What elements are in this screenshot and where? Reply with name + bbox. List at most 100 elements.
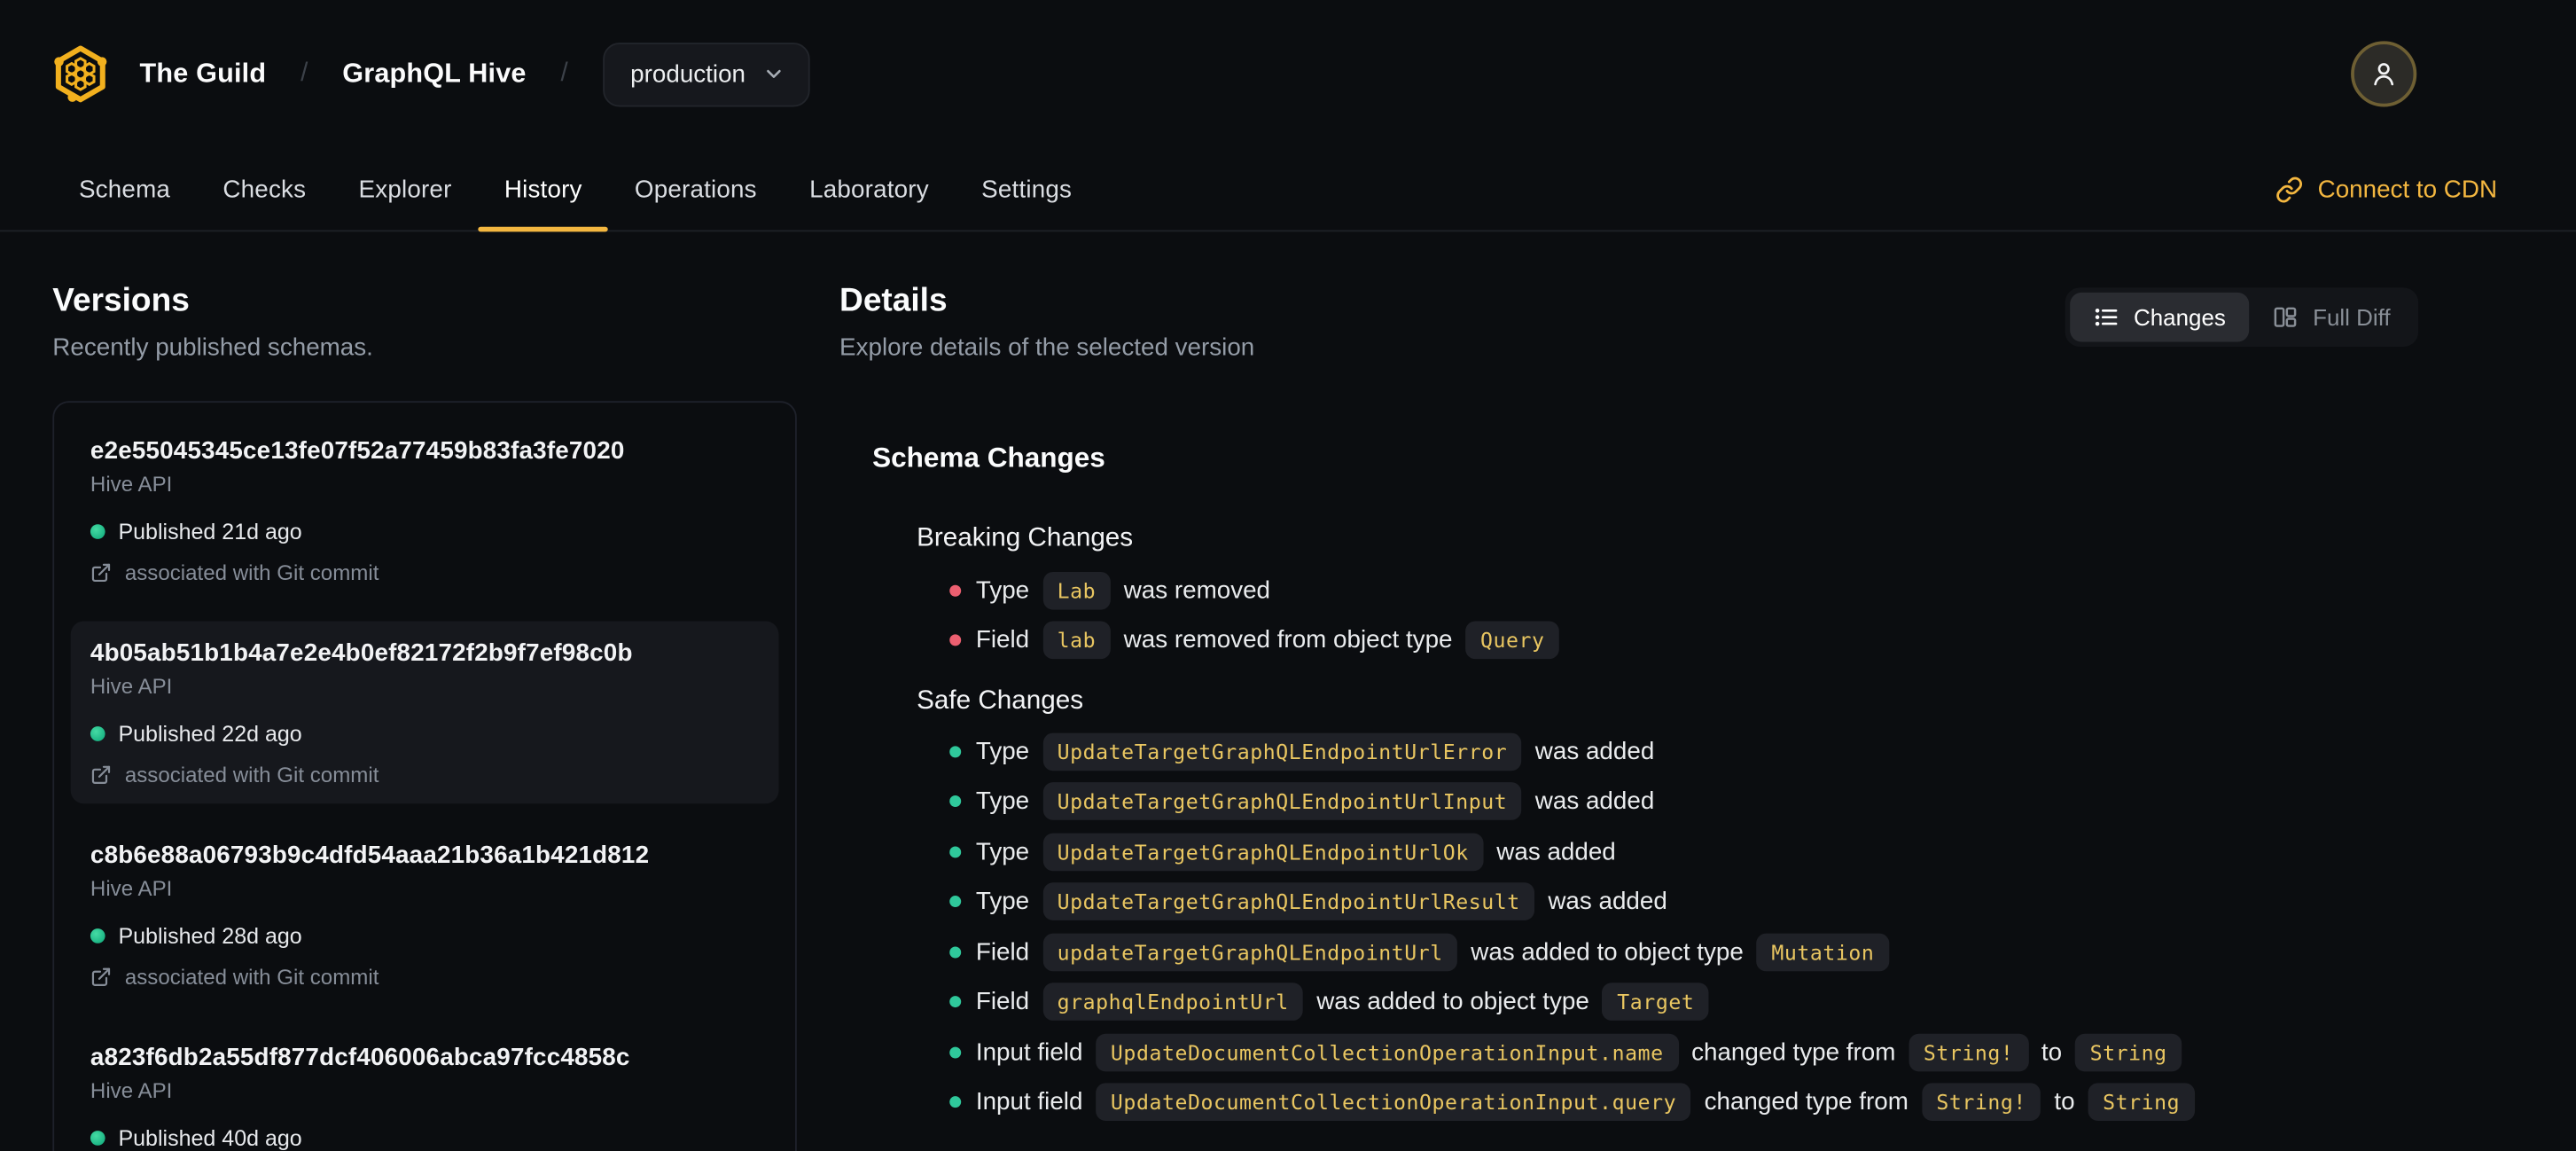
nav-tabs: Schema Checks Explorer History Operation… xyxy=(0,148,2576,232)
change-text: was added to object type xyxy=(1471,937,1744,967)
published-text: Published 40d ago xyxy=(118,1125,302,1151)
change-row-content: Input field UpdateDocumentCollectionOpera… xyxy=(976,1033,2182,1071)
tab-operations[interactable]: Operations xyxy=(608,148,783,231)
version-service: Hive API xyxy=(90,1077,173,1103)
tab-explorer[interactable]: Explorer xyxy=(332,148,478,231)
change-text: to xyxy=(2054,1088,2075,1116)
git-commit-link[interactable]: associated with Git commit xyxy=(90,560,759,585)
safe-bullet-dot xyxy=(949,845,962,857)
version-hash: a823f6db2a55df877dcf406006abca97fcc4858c xyxy=(90,1043,630,1072)
hive-logo-icon xyxy=(54,45,107,103)
change-item: Type UpdateTargetGraphQLEndpointUrlResult… xyxy=(917,877,2449,928)
app-window: The Guild / GraphQL Hive / production Sc… xyxy=(0,0,2576,1151)
change-item: Input field UpdateDocumentCollectionOpera… xyxy=(917,1027,2449,1077)
version-list-item[interactable]: 4b05ab51b1b4a7e2e4b0ef82172f2b9f7ef98c0b… xyxy=(70,621,779,804)
changes-toggle-label: Changes xyxy=(2133,303,2226,331)
version-service: Hive API xyxy=(90,471,173,497)
user-avatar-button[interactable] xyxy=(2351,41,2417,107)
change-item: Field lab was removed from object type Quer… xyxy=(917,615,2449,666)
breadcrumb-separator: / xyxy=(301,59,308,88)
change-item: Type UpdateTargetGraphQLEndpointUrlError w… xyxy=(917,726,2449,777)
version-published-row: Published 21d ago xyxy=(90,520,759,544)
versions-subtitle: Recently published schemas. xyxy=(52,333,373,362)
breadcrumb-project[interactable]: GraphQL Hive xyxy=(342,59,526,90)
change-text: Input field xyxy=(975,1088,1083,1116)
code-badge: graphqlEndpointUrl xyxy=(1042,983,1304,1022)
change-row-content: Type UpdateTargetGraphQLEndpointUrlInput w… xyxy=(975,782,1655,821)
change-row-content: Type Lab was removed xyxy=(975,571,1271,610)
version-published-row: Published 40d ago xyxy=(90,1125,759,1151)
tab-settings[interactable]: Settings xyxy=(956,148,1098,231)
top-header: The Guild / GraphQL Hive / production xyxy=(0,0,2576,148)
changes-toggle-button[interactable]: Changes xyxy=(2069,292,2249,342)
main-content: Versions Recently published schemas. e2e… xyxy=(0,231,2576,1151)
change-item: Type UpdateTargetGraphQLEndpointUrlOk was … xyxy=(917,826,2449,877)
change-text: was removed xyxy=(1123,576,1271,605)
tab-history[interactable]: History xyxy=(478,148,609,232)
code-badge: updateTargetGraphQLEndpointUrl xyxy=(1042,933,1458,971)
code-badge: UpdateDocumentCollectionOperationInput.n… xyxy=(1096,1033,1679,1071)
change-text: Input field xyxy=(975,1037,1083,1067)
safe-bullet-dot xyxy=(949,1096,962,1108)
git-commit-text: associated with Git commit xyxy=(124,964,379,990)
tab-laboratory[interactable]: Laboratory xyxy=(783,148,955,231)
schema-changes-section: Schema Changes Breaking Changes Type Lab w… xyxy=(872,442,2449,1128)
git-commit-link[interactable]: associated with Git commit xyxy=(90,965,759,990)
breadcrumb: The Guild / GraphQL Hive / production xyxy=(140,42,810,106)
safe-bullet-dot xyxy=(949,896,962,908)
target-dropdown[interactable]: production xyxy=(602,42,810,106)
version-list-item[interactable]: a823f6db2a55df877dcf406006abca97fcc4858c… xyxy=(71,1025,779,1151)
breaking-bullet-dot xyxy=(949,634,962,646)
user-icon xyxy=(2374,63,2394,86)
breadcrumb-org[interactable]: The Guild xyxy=(140,59,267,90)
version-service: Hive API xyxy=(90,875,173,901)
code-badge: String xyxy=(2074,1033,2182,1071)
target-dropdown-value: production xyxy=(630,59,746,89)
code-badge: Target xyxy=(1602,983,1710,1022)
change-item: Input field UpdateDocumentCollectionOpera… xyxy=(917,1077,2449,1128)
change-row-content: Field updateTargetGraphQLEndpointUrl was a… xyxy=(976,933,1890,971)
change-text: changed type from xyxy=(1704,1088,1909,1116)
change-text: was added to object type xyxy=(1316,988,1589,1016)
code-badge: String! xyxy=(1921,1083,2041,1122)
connect-to-cdn-label: Connect to CDN xyxy=(2317,175,2498,203)
external-link-icon xyxy=(91,563,111,583)
tab-schema[interactable]: Schema xyxy=(52,148,196,231)
full-diff-toggle-button[interactable]: Full Diff xyxy=(2249,293,2414,342)
code-badge: lab xyxy=(1042,622,1111,660)
change-text: Type xyxy=(975,737,1030,766)
change-text: Type xyxy=(975,576,1030,605)
safe-bullet-dot xyxy=(949,1046,962,1059)
breaking-changes-group: Breaking Changes Type Lab was removed Fiel… xyxy=(917,522,2449,665)
safe-changes-group: Safe Changes Type UpdateTargetGraphQLEndp… xyxy=(917,685,2449,1128)
change-text: Type xyxy=(975,787,1030,816)
version-list: e2e55045345ce13fe07f52a77459b83fa3fe7020… xyxy=(52,401,797,1151)
version-list-item[interactable]: e2e55045345ce13fe07f52a77459b83fa3fe7020… xyxy=(71,419,779,602)
code-badge: String! xyxy=(1909,1033,2029,1071)
change-text: was added xyxy=(1548,888,1667,916)
published-status-dot xyxy=(90,1131,105,1146)
breaking-changes-title: Breaking Changes xyxy=(917,524,1134,552)
change-item: Field graphqlEndpointUrl was added to obje… xyxy=(917,977,2449,1028)
git-commit-text: associated with Git commit xyxy=(124,560,379,585)
change-row-content: Type UpdateTargetGraphQLEndpointUrlOk was … xyxy=(976,833,1616,871)
git-commit-link[interactable]: associated with Git commit xyxy=(90,763,759,787)
change-item: Type Lab was removed xyxy=(917,566,2449,616)
change-text: to xyxy=(2041,1037,2063,1067)
change-text: was added xyxy=(1534,737,1655,766)
versions-panel: Versions Recently published schemas. e2e… xyxy=(52,281,797,1151)
published-status-dot xyxy=(90,726,105,741)
version-service: Hive API xyxy=(90,673,173,699)
code-badge: Mutation xyxy=(1756,933,1890,971)
code-badge: UpdateTargetGraphQLEndpointUrlInput xyxy=(1042,782,1522,821)
connect-to-cdn-button[interactable]: Connect to CDN xyxy=(2275,148,2497,231)
safe-bullet-dot xyxy=(949,745,962,757)
change-text: was added xyxy=(1534,787,1655,816)
safe-bullet-dot xyxy=(949,946,962,959)
change-text: Field xyxy=(975,988,1030,1016)
version-list-item[interactable]: c8b6e88a06793b9c4dfd54aaa21b36a1b421d812… xyxy=(71,824,779,1006)
view-toggle: Changes Full Diff xyxy=(2065,287,2419,348)
tab-checks[interactable]: Checks xyxy=(197,148,332,231)
full-diff-toggle-label: Full Diff xyxy=(2313,303,2391,331)
change-text: Type xyxy=(975,837,1030,866)
